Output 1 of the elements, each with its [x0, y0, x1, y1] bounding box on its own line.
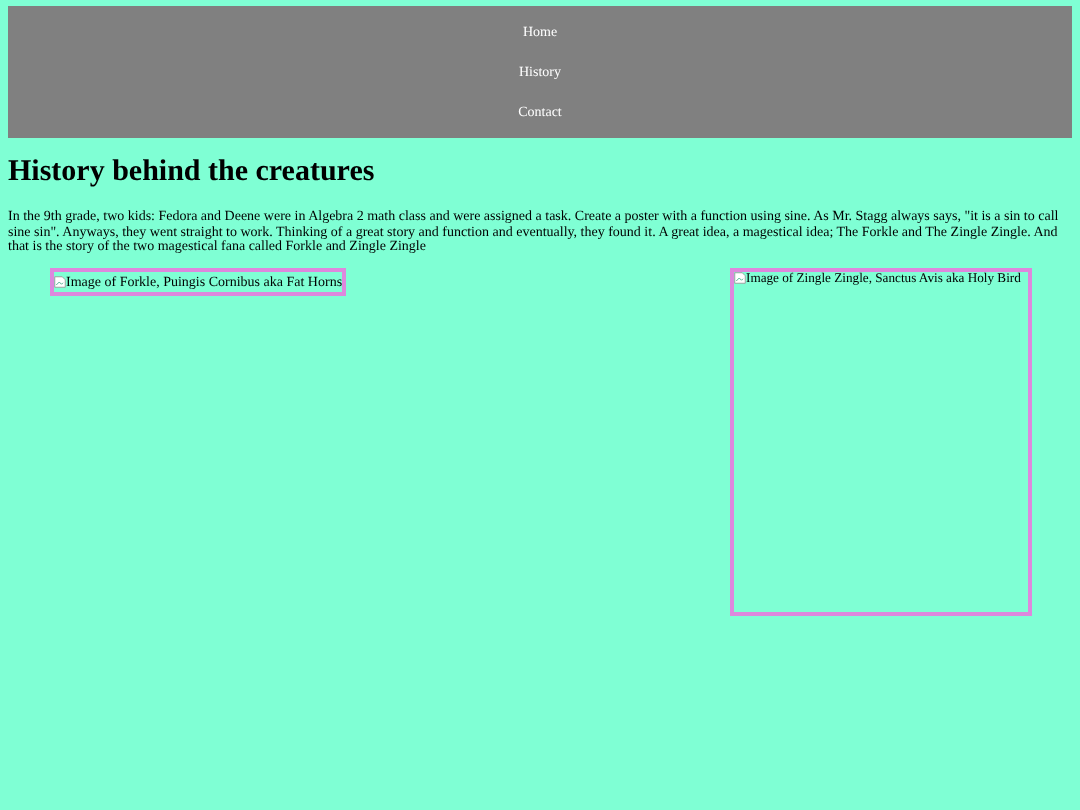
page-heading: History behind the creatures	[8, 156, 377, 190]
